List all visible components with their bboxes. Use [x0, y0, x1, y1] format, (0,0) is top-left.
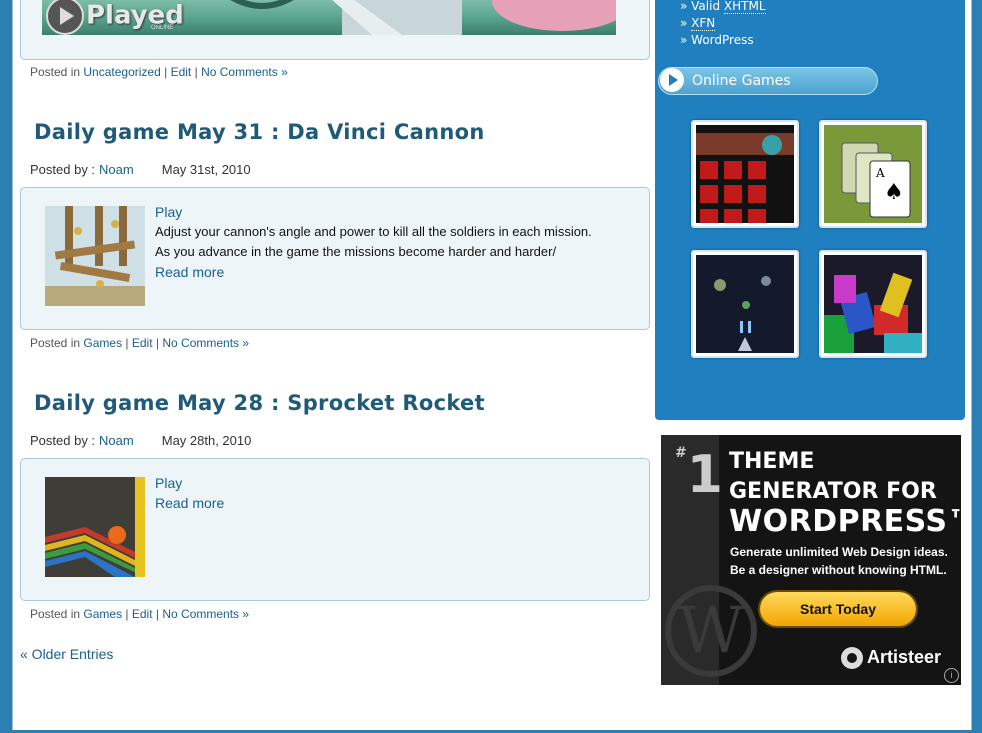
- svg-text:A: A: [875, 166, 885, 180]
- meta-prefix: Posted in: [30, 336, 81, 350]
- wordpress-logo-icon: W: [665, 585, 757, 677]
- meta-prefix: Posted in: [30, 607, 81, 621]
- play-link[interactable]: Play: [155, 473, 645, 493]
- meta-prefix: Posted in: [30, 65, 81, 79]
- ad-rank: #1: [675, 445, 723, 505]
- post-meta: Posted in Uncategorized | Edit | No Comm…: [30, 65, 288, 79]
- excerpt-line: Adjust your cannon's angle and power to …: [155, 224, 592, 239]
- meta-links: » Valid XHTML » XFN » WordPress: [680, 0, 766, 49]
- ad-rank-number: 1: [686, 445, 723, 505]
- author-link[interactable]: Noam: [99, 433, 134, 448]
- ad-headline-line: GENERATOR FOR: [729, 479, 937, 504]
- game-thumbnail: [824, 255, 922, 353]
- link-abbr: XHTML: [723, 0, 766, 14]
- played-banner-image[interactable]: Played ONLINE: [42, 0, 616, 35]
- game-tile-2[interactable]: A ♠: [819, 120, 927, 228]
- game-thumbnail: A ♠: [824, 125, 922, 223]
- comments-link[interactable]: No Comments »: [162, 607, 249, 621]
- online-games-heading: Online Games: [658, 67, 878, 95]
- ad-headline: THEME GENERATOR FOR WORDPRESS™: [729, 447, 961, 537]
- post-date: May 31st, 2010: [161, 162, 251, 177]
- sidebar: » Valid XHTML » XFN » WordPress Online G…: [655, 0, 965, 420]
- link-prefix: »: [680, 16, 692, 30]
- byline-prefix: Posted by :: [30, 433, 96, 448]
- ad-headline-line: THEME: [729, 449, 815, 474]
- heading-text: Online Games: [692, 73, 791, 89]
- game-thumbnail: [696, 125, 794, 223]
- xfn-link[interactable]: » XFN: [680, 15, 766, 32]
- valid-xhtml-link[interactable]: » Valid XHTML: [680, 0, 766, 15]
- artisteer-ad-banner[interactable]: W #1 THEME GENERATOR FOR WORDPRESS™ Gene…: [661, 435, 961, 685]
- post-date: May 28th, 2010: [161, 433, 252, 448]
- played-online-label: ONLINE: [151, 25, 174, 31]
- link-abbr: XFN: [691, 16, 716, 31]
- read-more-link[interactable]: Read more: [155, 262, 645, 282]
- post-title[interactable]: Daily game May 31 : Da Vinci Cannon: [34, 120, 485, 144]
- game-tile-3[interactable]: [691, 250, 799, 358]
- ad-rank-hash: #: [675, 445, 687, 461]
- thumbnail-artwork: [45, 206, 145, 306]
- game-thumbnail: [696, 255, 794, 353]
- older-entries-link[interactable]: « Older Entries: [20, 646, 113, 662]
- link-prefix: » Valid: [680, 0, 724, 13]
- post-box: Play Adjust your cannon's angle and powe…: [20, 187, 650, 330]
- play-link[interactable]: Play: [155, 202, 645, 222]
- link-label: » WordPress: [680, 33, 754, 47]
- comments-link[interactable]: No Comments »: [162, 336, 249, 350]
- post-meta: Posted in Games | Edit | No Comments »: [30, 607, 250, 621]
- thumbnail-artwork: [45, 477, 145, 577]
- read-more-link[interactable]: Read more: [155, 493, 645, 513]
- game-tile-1[interactable]: [691, 120, 799, 228]
- post-excerpt: Play Read more: [155, 473, 645, 513]
- post-byline: Posted by : Noam May 31st, 2010: [30, 162, 251, 177]
- ad-subtext: Generate unlimited Web Design ideas. Be …: [730, 543, 948, 579]
- svg-text:♠: ♠: [884, 180, 904, 205]
- previous-post-box: Played ONLINE: [20, 0, 650, 60]
- game-thumbnail-artwork: A ♠: [824, 125, 922, 223]
- game-thumbnail-artwork: [824, 255, 922, 353]
- game-thumbnail-artwork: [696, 125, 794, 223]
- byline-prefix: Posted by :: [30, 162, 96, 177]
- post-excerpt: Play Adjust your cannon's angle and powe…: [155, 202, 645, 282]
- comments-link[interactable]: No Comments »: [201, 65, 288, 79]
- ad-subtext-line: Generate unlimited Web Design ideas.: [730, 545, 948, 559]
- brand-name: Artisteer: [867, 647, 942, 667]
- post-title[interactable]: Daily game May 28 : Sprocket Rocket: [34, 391, 485, 415]
- author-link[interactable]: Noam: [99, 162, 134, 177]
- edit-link[interactable]: Edit: [132, 607, 153, 621]
- game-tile-4[interactable]: [819, 250, 927, 358]
- post-byline: Posted by : Noam May 28th, 2010: [30, 433, 251, 448]
- ad-info-icon[interactable]: i: [944, 668, 959, 683]
- ad-subtext-line: Be a designer without knowing HTML.: [730, 563, 947, 577]
- edit-link[interactable]: Edit: [132, 336, 153, 350]
- game-thumbnail-da-vinci-cannon[interactable]: [45, 206, 145, 306]
- category-link[interactable]: Games: [83, 336, 122, 350]
- ad-headline-line: WORDPRESS™: [729, 504, 961, 539]
- wordpress-link[interactable]: » WordPress: [680, 32, 766, 49]
- post-box: Play Read more: [20, 458, 650, 601]
- category-link[interactable]: Games: [83, 607, 122, 621]
- start-today-button[interactable]: Start Today: [760, 592, 916, 626]
- main-content: Played ONLINE Posted in Uncategorized | …: [13, 0, 653, 733]
- game-thumbnail-artwork: [696, 255, 794, 353]
- play-icon: [46, 0, 84, 35]
- artisteer-logo-icon: [841, 647, 863, 670]
- artisteer-brand: Artisteer: [841, 647, 942, 670]
- excerpt-line: As you advance in the game the missions …: [155, 244, 557, 259]
- category-link[interactable]: Uncategorized: [83, 65, 160, 79]
- post-meta: Posted in Games | Edit | No Comments »: [30, 336, 250, 350]
- play-circle-icon: [660, 68, 684, 92]
- game-thumbnail-sprocket-rocket[interactable]: [45, 477, 145, 577]
- edit-link[interactable]: Edit: [171, 65, 192, 79]
